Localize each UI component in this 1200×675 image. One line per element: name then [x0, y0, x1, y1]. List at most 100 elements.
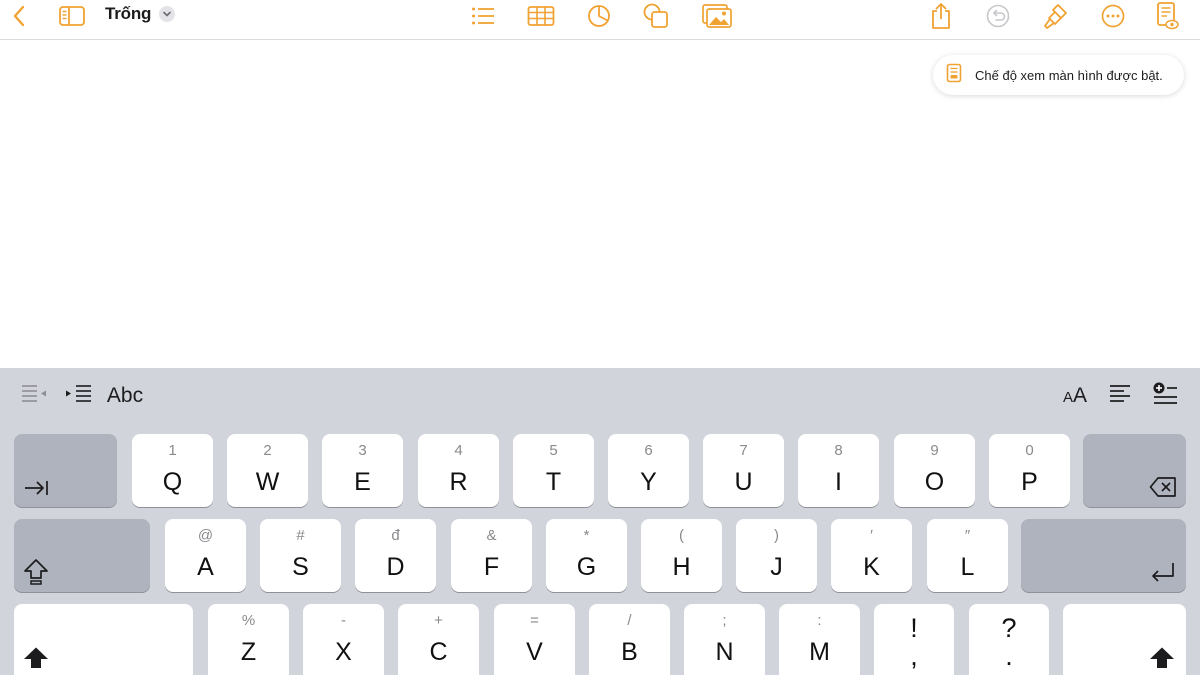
key-s[interactable]: # S [260, 519, 341, 592]
toast-message: Chế độ xem màn hình được bật. [975, 67, 1163, 83]
key-secondary-label: = [530, 612, 539, 629]
key-primary-label: K [863, 553, 880, 581]
key-n[interactable]: ; N [684, 604, 765, 675]
undo-button[interactable] [986, 0, 1010, 32]
reading-view-toast: Chế độ xem màn hình được bật. [933, 55, 1184, 95]
caps-lock-key[interactable] [14, 519, 150, 592]
key-k[interactable]: ′ K [831, 519, 912, 592]
key-v[interactable]: = V [494, 604, 575, 675]
key-f[interactable]: & F [451, 519, 532, 592]
reading-view-icon [946, 63, 962, 88]
align-icon [1108, 383, 1132, 410]
shift-key-left[interactable] [14, 604, 193, 675]
tab-key[interactable] [14, 434, 117, 507]
key-secondary-label: 7 [739, 442, 748, 459]
indent-icon [64, 383, 94, 410]
delete-key[interactable] [1083, 434, 1186, 507]
key-primary-label: F [483, 553, 500, 581]
chart-button[interactable] [586, 0, 612, 32]
key-w[interactable]: 2W [227, 434, 308, 507]
key-primary-label: S [292, 553, 309, 581]
key-secondary-label: # [296, 527, 305, 544]
key-j[interactable]: ) J [736, 519, 817, 592]
key-x[interactable]: -X [303, 604, 384, 675]
key-primary-label: U [734, 468, 753, 496]
text-size-button[interactable]: AA [1060, 382, 1090, 410]
key-t[interactable]: 5T [513, 434, 594, 507]
share-icon [930, 2, 952, 30]
more-button[interactable] [1101, 0, 1125, 32]
key-secondary-label: 4 [454, 442, 463, 459]
key-primary-label: X [335, 638, 352, 666]
key-primary-label: B [621, 638, 638, 666]
key-h[interactable]: (H [641, 519, 722, 592]
list-button[interactable] [470, 0, 496, 32]
key-primary-label: Y [640, 468, 657, 496]
key-secondary-label: + [434, 612, 443, 629]
sidebar-button[interactable] [58, 0, 86, 32]
key-u[interactable]: 7U [703, 434, 784, 507]
key-y[interactable]: 6Y [608, 434, 689, 507]
document-title-menu-button[interactable] [159, 6, 175, 22]
key-d[interactable]: đD [355, 519, 436, 592]
key-exclam-comma[interactable]: ! , [874, 604, 954, 675]
key-primary-label: P [1021, 468, 1038, 496]
return-key[interactable] [1021, 519, 1186, 592]
key-secondary-label: 5 [549, 442, 558, 459]
share-button[interactable] [930, 0, 952, 32]
pages-app: Trống Chế độ xem màn hình được bật. Abc … [0, 0, 1200, 675]
key-primary-label: A [197, 553, 214, 581]
key-o[interactable]: 9O [894, 434, 975, 507]
media-button[interactable] [702, 0, 732, 32]
key-e[interactable]: 3E [322, 434, 403, 507]
key-secondary-label: ″ [964, 527, 971, 544]
tab-icon [23, 478, 49, 503]
key-z[interactable]: % Z [208, 604, 289, 675]
key-primary-label: N [715, 638, 734, 666]
table-button[interactable] [527, 0, 555, 32]
key-secondary-label: @ [197, 527, 214, 544]
key-primary-label: ? [1001, 613, 1017, 643]
align-button[interactable] [1107, 382, 1133, 410]
key-g[interactable]: * G [546, 519, 627, 592]
key-primary-label: I [835, 468, 842, 496]
key-primary-label: T [545, 468, 562, 496]
key-p[interactable]: 0P [989, 434, 1070, 507]
paragraph-style-button[interactable]: Abc [105, 382, 145, 410]
key-l[interactable]: ″ L [927, 519, 1008, 592]
key-primary-label: Z [240, 638, 257, 666]
on-screen-keyboard: Abc AA ! , ? . 1 Q 2 W 3 E 4 R 5 T 6 Y 7… [0, 368, 1200, 675]
key-secondary-label: * [583, 527, 590, 544]
key-secondary-label: ′ [870, 527, 873, 544]
key-secondary-label: ) [774, 527, 779, 544]
media-icon [702, 4, 732, 28]
key-secondary-label: : [817, 612, 822, 629]
shape-button[interactable] [643, 0, 669, 32]
key-r[interactable]: 4R [418, 434, 499, 507]
chevron-down-icon [162, 5, 172, 23]
key-i[interactable]: 8I [798, 434, 879, 507]
key-secondary-label: 2 [263, 442, 272, 459]
format-brush-icon [1043, 2, 1069, 30]
key-secondary-label: 6 [644, 442, 653, 459]
key-a[interactable]: @ A [165, 519, 246, 592]
key-q[interactable]: 1Q [132, 434, 213, 507]
key-b[interactable]: / B [589, 604, 670, 675]
key-question-period[interactable]: ? . [969, 604, 1049, 675]
document-title[interactable]: Trống [105, 4, 151, 24]
back-button[interactable] [8, 0, 30, 32]
indent-button[interactable] [64, 382, 94, 410]
key-primary-label: E [354, 468, 371, 496]
reading-view-button[interactable] [1155, 0, 1179, 32]
key-c[interactable]: + C [398, 604, 479, 675]
format-button[interactable] [1043, 0, 1069, 32]
insert-button[interactable] [1151, 382, 1179, 410]
key-primary-label: V [526, 638, 543, 666]
key-m[interactable]: :M [779, 604, 860, 675]
outdent-button[interactable] [20, 382, 48, 410]
chevron-left-icon [12, 5, 26, 27]
shift-icon [23, 646, 49, 675]
key-secondary-label: , [910, 641, 918, 671]
caps-lock-icon [23, 558, 49, 591]
shift-key-right[interactable] [1063, 604, 1186, 675]
